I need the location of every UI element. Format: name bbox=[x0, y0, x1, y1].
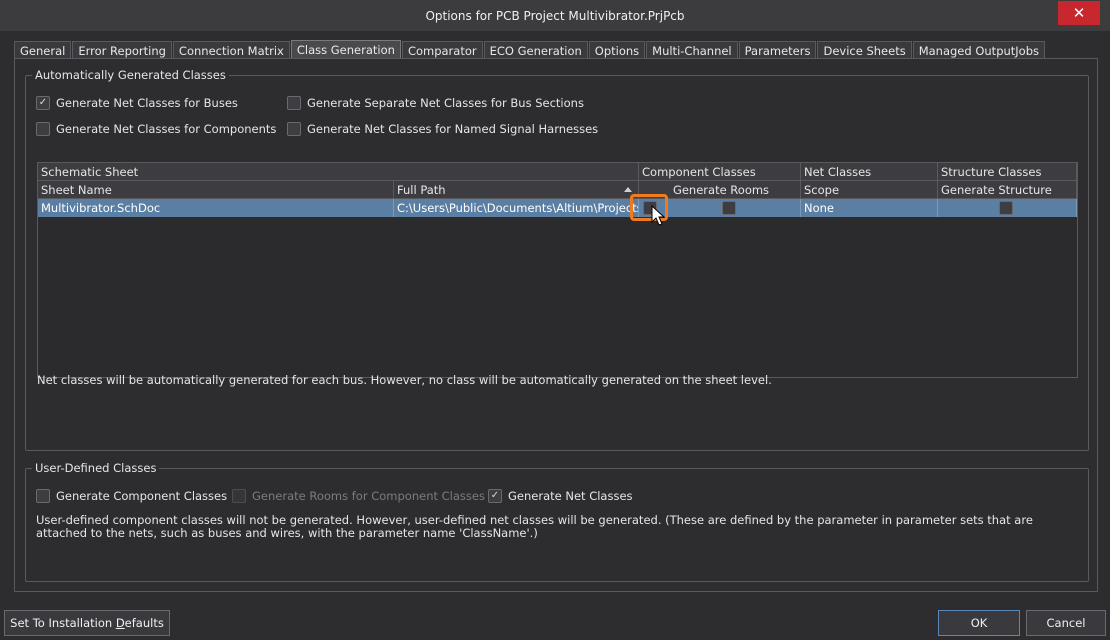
set-defaults-button[interactable]: Set To Installation Defaults bbox=[4, 610, 170, 636]
column-full-path[interactable]: Full Path bbox=[394, 181, 639, 199]
tab-parameters[interactable]: Parameters bbox=[738, 41, 817, 59]
table-row[interactable]: Multivibrator.SchDoc C:\Users\Public\Doc… bbox=[38, 199, 1077, 217]
checkmark-icon[interactable]: ✓ bbox=[488, 489, 502, 503]
checkbox-icon[interactable] bbox=[287, 122, 301, 136]
defaults-label-accel: D bbox=[115, 616, 125, 630]
tab-strip: General Error Reporting Connection Matri… bbox=[14, 40, 1046, 59]
bus-sections-label: Generate Separate Net Classes for Bus Se… bbox=[307, 96, 584, 110]
auto-classes-group: Automatically Generated Classes ✓ Genera… bbox=[25, 68, 1089, 451]
checkbox-icon bbox=[232, 489, 246, 503]
sort-arrow-icon bbox=[624, 187, 632, 192]
rooms-label: Generate Rooms for Component Classes bbox=[252, 489, 485, 503]
tab-panel: Automatically Generated Classes ✓ Genera… bbox=[14, 58, 1098, 592]
tab-general[interactable]: General bbox=[14, 41, 72, 59]
column-sheet-name[interactable]: Sheet Name bbox=[38, 181, 394, 199]
full-path-cell: C:\Users\Public\Documents\Altium\Project… bbox=[394, 199, 639, 217]
tab-managed-outputjobs[interactable]: Managed OutputJobs bbox=[912, 41, 1046, 59]
tab-multi-channel[interactable]: Multi-Channel bbox=[646, 41, 738, 59]
full-path-label: Full Path bbox=[397, 182, 446, 197]
bus-sections-option[interactable]: Generate Separate Net Classes for Bus Se… bbox=[287, 96, 584, 110]
user-classes-title: User-Defined Classes bbox=[32, 461, 160, 475]
checkbox-icon[interactable] bbox=[287, 96, 301, 110]
close-button[interactable]: ✕ bbox=[1058, 1, 1100, 25]
component-classes-label: Generate Component Classes bbox=[56, 489, 228, 503]
buses-option[interactable]: ✓ Generate Net Classes for Buses bbox=[36, 96, 238, 110]
window-title: Options for PCB Project Multivibrator.Pr… bbox=[425, 8, 685, 23]
net-classes-header: Net Classes bbox=[801, 163, 938, 181]
tab-options[interactable]: Options bbox=[588, 41, 646, 59]
scope-cell[interactable]: None bbox=[801, 199, 938, 217]
mouse-cursor-icon bbox=[651, 204, 666, 226]
net-classes-label: Generate Net Classes bbox=[508, 489, 633, 503]
tab-eco-generation[interactable]: ECO Generation bbox=[483, 41, 588, 59]
user-classes-group: User-Defined Classes Generate Component … bbox=[25, 461, 1089, 582]
rooms-option: Generate Rooms for Component Classes bbox=[232, 489, 485, 503]
title-bar: Options for PCB Project Multivibrator.Pr… bbox=[0, 0, 1110, 31]
tab-class-generation[interactable]: Class Generation bbox=[290, 40, 401, 59]
generate-structure-checkbox[interactable] bbox=[999, 201, 1013, 215]
components-option[interactable]: Generate Net Classes for Components bbox=[36, 122, 276, 136]
net-classes-option[interactable]: ✓ Generate Net Classes bbox=[488, 489, 633, 503]
checkmark-icon[interactable]: ✓ bbox=[36, 96, 50, 110]
column-scope[interactable]: Scope bbox=[801, 181, 938, 199]
component-classes-header: Component Classes bbox=[639, 163, 801, 181]
sheet-name-cell: Multivibrator.SchDoc bbox=[38, 199, 394, 217]
column-generate-structure[interactable]: Generate Structure bbox=[938, 181, 1077, 199]
schematic-sheet-header: Schematic Sheet bbox=[38, 163, 639, 181]
component-classes-option[interactable]: Generate Component Classes bbox=[36, 489, 227, 503]
buses-label: Generate Net Classes for Buses bbox=[56, 96, 238, 110]
tab-connection-matrix[interactable]: Connection Matrix bbox=[172, 41, 290, 59]
tab-error-reporting[interactable]: Error Reporting bbox=[72, 41, 172, 59]
cancel-button[interactable]: Cancel bbox=[1026, 610, 1106, 636]
auto-classes-note: Net classes will be automatically genera… bbox=[37, 373, 772, 387]
defaults-label-prefix: Set To Installation bbox=[10, 616, 116, 630]
harnesses-label: Generate Net Classes for Named Signal Ha… bbox=[307, 122, 599, 136]
components-label: Generate Net Classes for Components bbox=[56, 122, 277, 136]
tab-comparator[interactable]: Comparator bbox=[401, 41, 483, 59]
sheet-classes-grid: Schematic Sheet Component Classes Net Cl… bbox=[37, 162, 1078, 378]
user-classes-note: User-defined component classes will not … bbox=[36, 513, 1033, 540]
tab-device-sheets[interactable]: Device Sheets bbox=[817, 41, 912, 59]
structure-classes-header: Structure Classes bbox=[938, 163, 1077, 181]
defaults-label-suffix: efaults bbox=[124, 616, 164, 630]
checkbox-icon[interactable] bbox=[36, 489, 50, 503]
generate-rooms-checkbox[interactable] bbox=[722, 201, 736, 215]
ok-button[interactable]: OK bbox=[938, 610, 1020, 636]
auto-classes-title: Automatically Generated Classes bbox=[32, 68, 229, 82]
checkbox-icon[interactable] bbox=[36, 122, 50, 136]
harnesses-option[interactable]: Generate Net Classes for Named Signal Ha… bbox=[287, 122, 598, 136]
